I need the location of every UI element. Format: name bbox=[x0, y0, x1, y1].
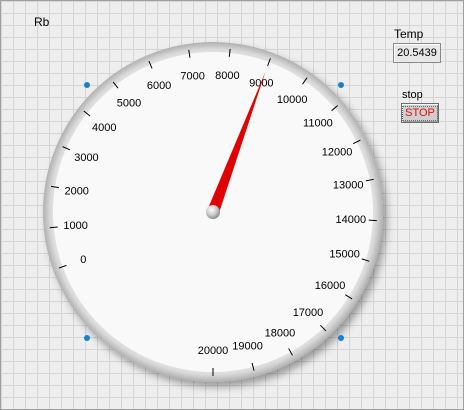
selection-handle-bottom-right[interactable] bbox=[338, 335, 344, 341]
selection-handle-top-right[interactable] bbox=[338, 82, 344, 88]
stop-button[interactable]: STOP bbox=[401, 103, 439, 123]
gauge-tick-label: 2000 bbox=[64, 185, 88, 197]
gauge-tick-label: 7000 bbox=[180, 71, 204, 83]
gauge-tick-label: 13000 bbox=[333, 179, 364, 191]
gauge-tick-label: 20000 bbox=[198, 345, 229, 357]
gauge-tick-label: 10000 bbox=[277, 94, 308, 106]
gauge-tick-label: 11000 bbox=[303, 117, 333, 129]
gauge-tick-label: 18000 bbox=[265, 328, 296, 340]
gauge-tick-label: 19000 bbox=[232, 341, 263, 353]
temp-label: Temp bbox=[394, 27, 424, 41]
gauge-tick-label: 12000 bbox=[322, 147, 353, 159]
temp-indicator: 20.5439 bbox=[393, 43, 441, 63]
gauge-tick-label: 1000 bbox=[63, 220, 87, 232]
gauge-label: Rb bbox=[34, 15, 50, 29]
gauge-tick-label: 0 bbox=[80, 254, 86, 266]
gauge-tick-label: 5000 bbox=[117, 98, 141, 110]
gauge-tick-label: 8000 bbox=[215, 70, 239, 82]
stop-label: stop bbox=[402, 89, 423, 101]
selection-handle-bottom-left[interactable] bbox=[84, 335, 90, 341]
gauge-tick-label: 6000 bbox=[147, 80, 171, 92]
gauge-tick-label: 4000 bbox=[92, 122, 116, 134]
gauge-tick-label: 14000 bbox=[336, 214, 367, 226]
gauge-tick-label: 17000 bbox=[293, 307, 324, 319]
gauge-tick-label: 3000 bbox=[74, 152, 98, 164]
gauge-tick-label: 15000 bbox=[329, 248, 360, 260]
gauge-tick-label: 16000 bbox=[315, 280, 346, 292]
stop-button-label: STOP bbox=[402, 105, 438, 121]
needle-hub bbox=[206, 205, 220, 219]
selection-handle-top-left[interactable] bbox=[84, 82, 90, 88]
